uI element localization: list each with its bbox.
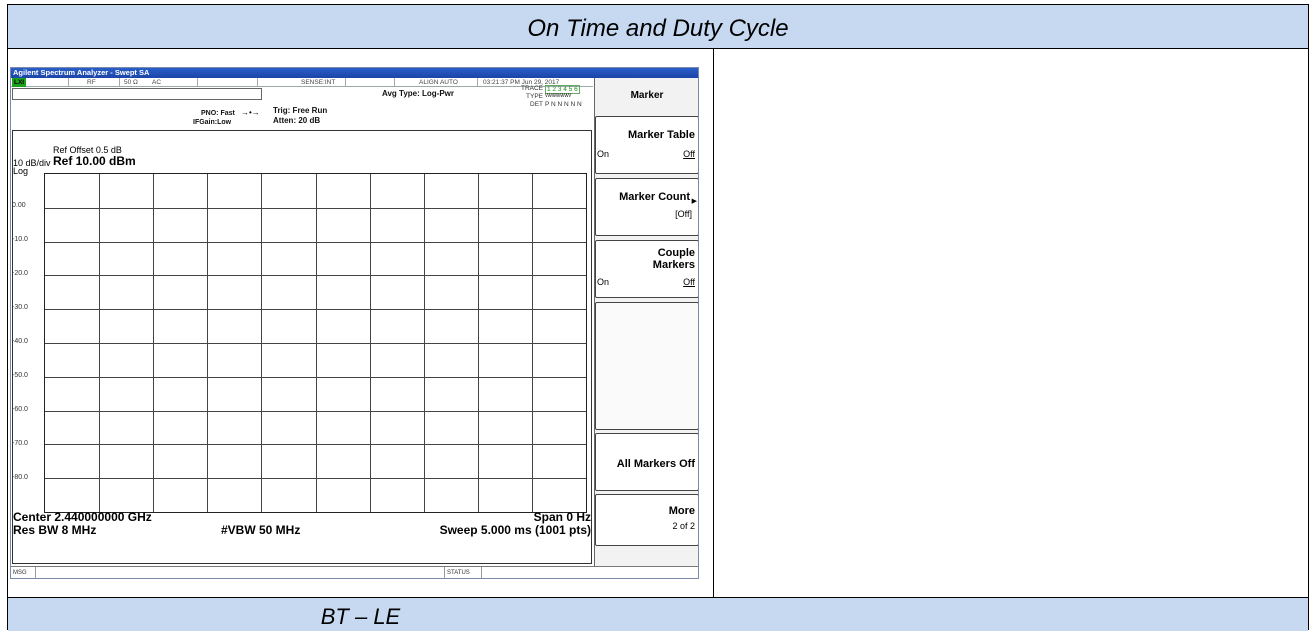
- plot-grid: [44, 173, 587, 513]
- caption-row: BT – LE: [8, 597, 1308, 631]
- couple-markers-on: On: [597, 277, 610, 287]
- status-label: STATUS: [447, 570, 470, 576]
- analyzer-title-bar: Agilent Spectrum Analyzer - Swept SA: [11, 68, 698, 78]
- grid-vertical-line: [369, 174, 371, 512]
- trace-label: TRACE: [520, 85, 543, 92]
- status-separator: [444, 567, 445, 578]
- marker-count-value: [Off]: [675, 209, 692, 219]
- y-tick-label: -40.0: [12, 338, 28, 345]
- sweep-label: Sweep 5.000 ms (1001 pts): [439, 523, 591, 537]
- grid-horizontal-line: [45, 410, 586, 412]
- det-values: P N N N N N: [545, 101, 582, 108]
- status-separator: [481, 567, 482, 578]
- couple-label: Couple: [657, 247, 695, 259]
- align-label: ALIGN AUTO: [419, 79, 458, 86]
- y-tick-label: -70.0: [12, 440, 28, 447]
- status-separator: [394, 78, 395, 87]
- spectrum-analyzer-screenshot: Agilent Spectrum Analyzer - Swept SA LXI…: [10, 67, 699, 579]
- all-markers-off-softkey[interactable]: All Markers Off: [595, 433, 698, 491]
- grid-vertical-line: [477, 174, 479, 512]
- document-title: On Time and Duty Cycle: [527, 15, 789, 42]
- trace-info: TRACE 1 2 3 4 5 6 TYPE WWWWWW DET P N N …: [507, 85, 593, 123]
- ref-level-label: Ref 10.00 dBm: [53, 154, 136, 168]
- msg-label: MSG: [13, 570, 27, 576]
- title-row: On Time and Duty Cycle: [8, 5, 1308, 49]
- log-label: Log: [13, 166, 29, 176]
- center-frequency: Center 2.440000000 GHz: [13, 510, 152, 524]
- grid-horizontal-line: [45, 376, 586, 378]
- more-label: More: [668, 505, 695, 517]
- type-values: WWWWWW: [545, 93, 571, 99]
- arrow-icon: →•→: [241, 108, 260, 117]
- sense-label: SENSE:INT: [301, 79, 336, 86]
- lxi-indicator: LXI: [12, 78, 27, 87]
- couple-markers-off: Off: [683, 277, 695, 287]
- column-divider: [713, 49, 714, 631]
- atten-label: Atten: 20 dB: [273, 116, 321, 125]
- grid-vertical-line: [531, 174, 533, 512]
- grid-horizontal-line: [45, 444, 586, 446]
- marker-count-label: Marker Count: [619, 191, 690, 203]
- rf-label: RF: [87, 79, 96, 86]
- y-tick-label: -30.0: [12, 304, 28, 311]
- marker-table-on: On: [597, 149, 610, 159]
- det-label: DET: [530, 101, 543, 108]
- y-tick-label: -10.0: [12, 236, 28, 243]
- avg-type-label: Avg Type: Log-Pwr: [382, 89, 454, 98]
- ifgain-label: IFGain:Low: [193, 119, 232, 126]
- markers-label: Markers: [652, 259, 695, 271]
- res-bw-label: Res BW 8 MHz: [13, 523, 97, 537]
- trig-label: Trig: Free Run: [273, 106, 328, 115]
- message-box: [12, 88, 262, 100]
- impedance-label: 50 Ω: [124, 79, 138, 86]
- pno-label: PNO: Fast: [201, 110, 235, 117]
- couple-markers-softkey[interactable]: Couple Markers On Off: [595, 240, 698, 298]
- more-softkey[interactable]: More 2 of 2: [595, 494, 698, 546]
- all-markers-off-label: All Markers Off: [616, 458, 695, 470]
- y-tick-label: -20.0: [12, 270, 28, 277]
- y-tick-label: 0.00: [12, 202, 26, 209]
- status-separator: [345, 78, 346, 87]
- softkey-menu-title: Marker: [630, 90, 664, 101]
- status-separator: [197, 78, 198, 87]
- submenu-arrow-icon: ▶: [691, 198, 697, 205]
- marker-count-softkey[interactable]: Marker Count ▶ [Off]: [595, 178, 698, 236]
- analyzer-status-row: LXI RF 50 Ω AC SENSE:INT ALIGN AUTO 03:2…: [11, 78, 593, 87]
- grid-vertical-line: [423, 174, 425, 512]
- y-tick-label: -50.0: [12, 372, 28, 379]
- grid-horizontal-line: [45, 478, 586, 480]
- marker-table-label: Marker Table: [627, 129, 695, 141]
- message-bar: MSG STATUS: [11, 566, 698, 578]
- type-label: TYPE: [526, 93, 543, 100]
- grid-horizontal-line: [45, 343, 586, 344]
- status-separator: [477, 78, 478, 87]
- vbw-label: #VBW 50 MHz: [221, 523, 301, 537]
- softkey-panel: Marker Marker Table On Off Marker Count …: [594, 78, 698, 566]
- figure-caption: BT – LE: [320, 604, 401, 629]
- marker-table-softkey[interactable]: Marker Table On Off: [595, 116, 698, 174]
- status-separator: [68, 78, 69, 87]
- marker-table-off: Off: [683, 149, 695, 159]
- empty-softkey: [595, 302, 698, 430]
- y-tick-label: -80.0: [12, 474, 28, 481]
- coupling-label: AC: [152, 79, 162, 86]
- more-page: 2 of 2: [672, 521, 695, 531]
- y-tick-label: -60.0: [12, 406, 28, 413]
- status-separator: [119, 78, 120, 87]
- span-label: Span 0 Hz: [533, 510, 591, 524]
- status-separator: [257, 78, 258, 87]
- msg-separator: [35, 567, 36, 578]
